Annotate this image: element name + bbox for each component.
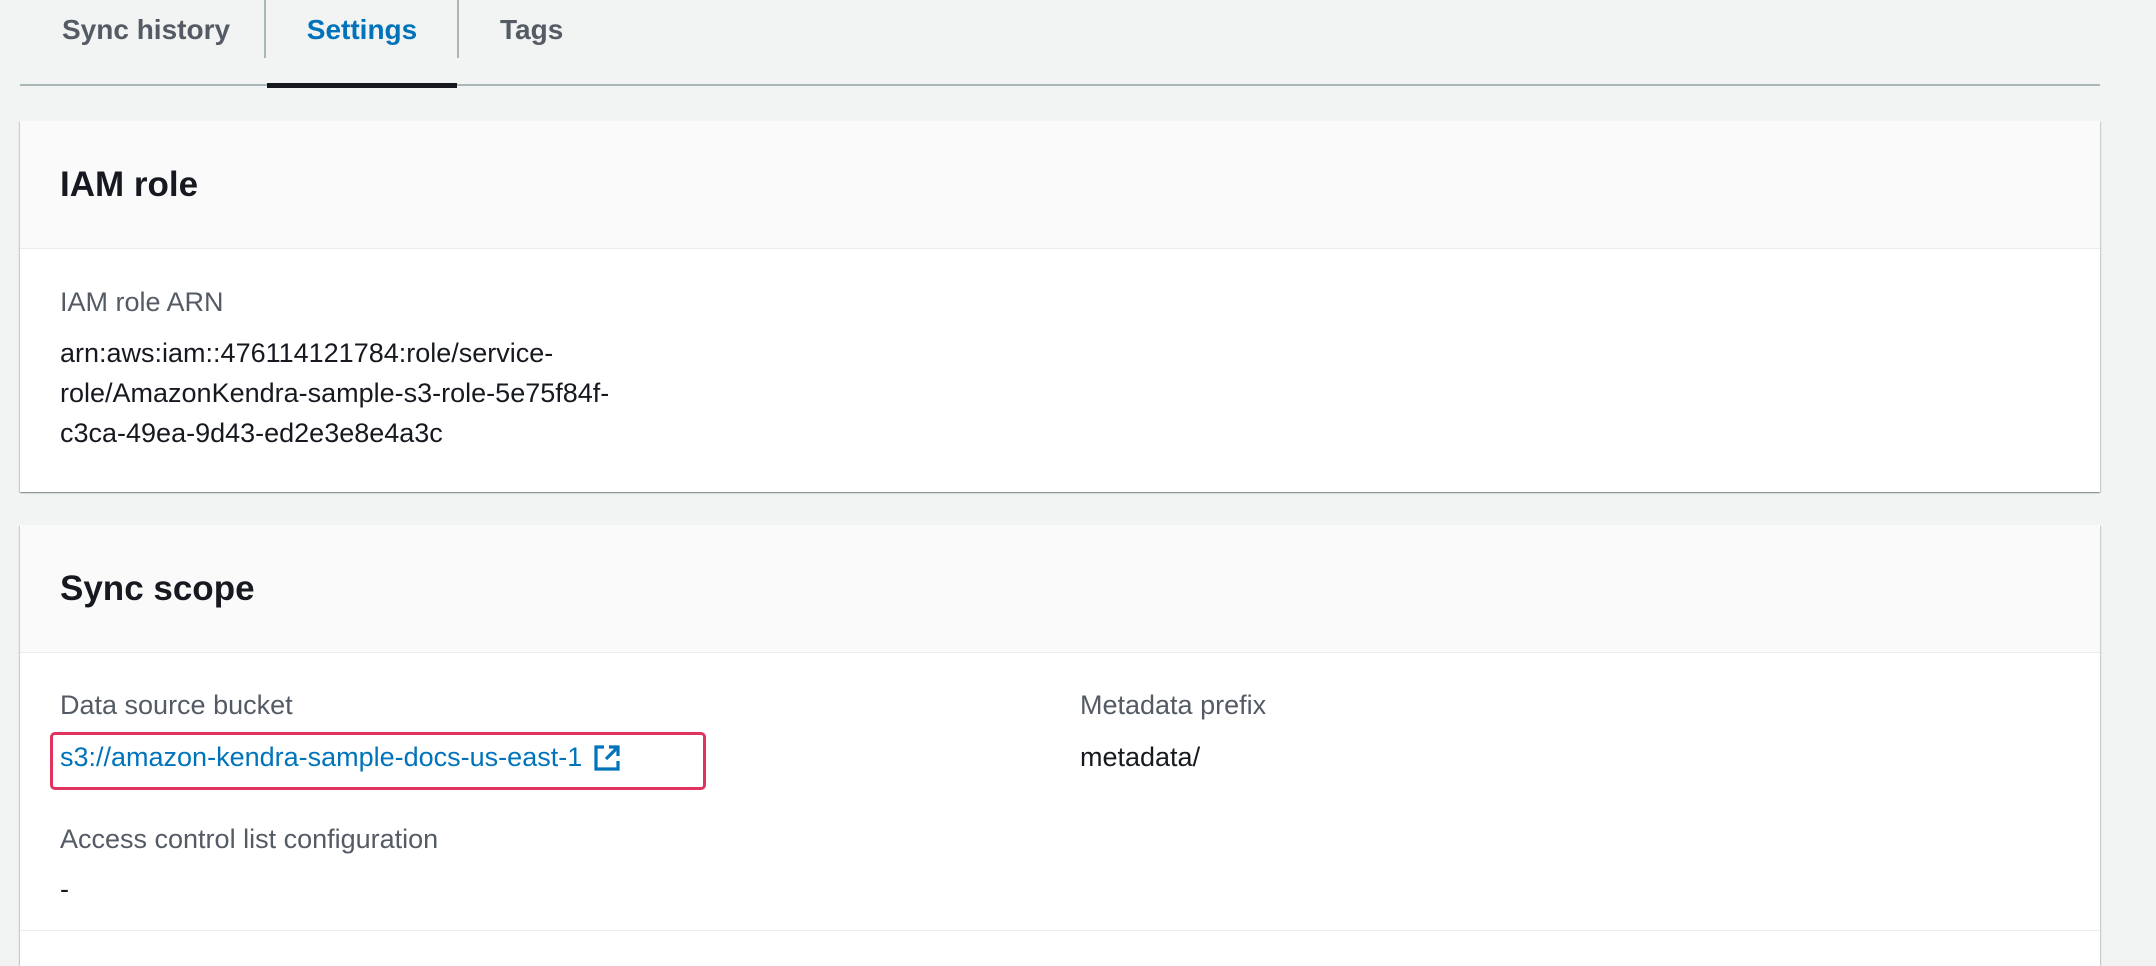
sync-scope-header: Sync scope xyxy=(20,525,2100,653)
data-source-bucket-value: s3://amazon-kendra-sample-docs-us-east-1 xyxy=(60,742,583,772)
section-divider xyxy=(20,930,2100,931)
iam-role-title: IAM role xyxy=(60,164,199,204)
tab-bar: Sync history Settings Tags xyxy=(20,0,2100,88)
acl-config-value: - xyxy=(60,874,69,904)
iam-role-arn-value: arn:aws:iam::476114121784:role/service- … xyxy=(60,333,609,453)
tab-tags[interactable]: Tags xyxy=(500,0,563,86)
acl-config-label: Access control list configuration xyxy=(60,824,439,854)
iam-role-card: IAM role IAM role ARN arn:aws:iam::47611… xyxy=(20,121,2100,492)
external-link-icon-svg xyxy=(594,744,620,771)
data-source-bucket-link[interactable]: s3://amazon-kendra-sample-docs-us-east-1 xyxy=(60,742,622,773)
metadata-prefix-value: metadata/ xyxy=(1080,742,1201,772)
external-link-icon xyxy=(592,743,622,773)
arn-line: role/AmazonKendra-sample-s3-role-5e75f84… xyxy=(60,378,610,408)
arn-line: arn:aws:iam::476114121784:role/service- xyxy=(60,338,554,368)
iam-role-arn-label: IAM role ARN xyxy=(60,287,224,317)
sync-scope-title: Sync scope xyxy=(60,568,255,608)
sync-scope-card: Sync scope Data source bucket s3://amazo… xyxy=(20,525,2100,966)
arn-line: c3ca-49ea-9d43-ed2e3e8e4a3c xyxy=(60,418,443,448)
settings-page: Sync history Settings Tags IAM role IAM … xyxy=(0,0,2156,966)
tab-sync-history[interactable]: Sync history xyxy=(62,0,230,86)
data-source-bucket-label: Data source bucket xyxy=(60,690,293,720)
tab-settings[interactable]: Settings xyxy=(267,0,457,88)
tab-divider xyxy=(457,0,459,58)
iam-role-header: IAM role xyxy=(20,121,2100,249)
metadata-prefix-label: Metadata prefix xyxy=(1080,690,1267,720)
tab-divider xyxy=(264,0,266,58)
